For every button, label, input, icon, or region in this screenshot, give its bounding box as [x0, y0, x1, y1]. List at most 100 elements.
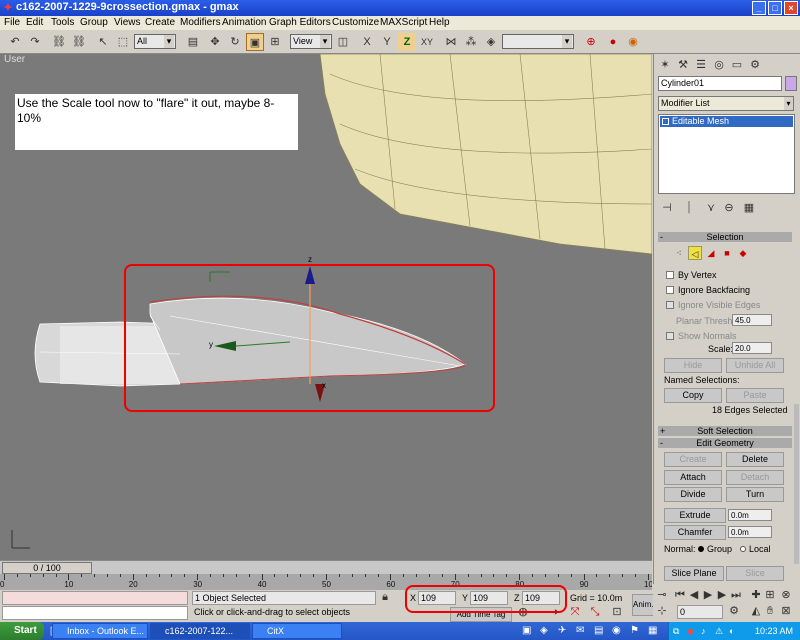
selection-filter-dropdown[interactable]: All — [134, 34, 176, 49]
pin-stack-icon[interactable]: ⊣ — [658, 199, 676, 217]
object-name-field[interactable]: Cylinder01 — [658, 76, 782, 91]
key-filter-icon[interactable]: ⊸ — [655, 588, 669, 602]
animate-button[interactable]: Anim. — [632, 594, 654, 616]
soft-selection-rollout-header[interactable]: + Soft Selection — [658, 426, 792, 436]
current-frame-field[interactable]: 0 — [677, 605, 723, 619]
array-icon[interactable]: ⁂ — [462, 33, 480, 51]
show-normals-checkbox[interactable] — [666, 332, 674, 340]
modifier-list-dropdown[interactable]: Modifier List — [658, 96, 794, 111]
maxscript-listener-mini[interactable] — [2, 591, 188, 605]
divide-button[interactable]: Divide — [664, 487, 722, 502]
menu-help[interactable]: Help — [429, 17, 450, 28]
time-slider-track[interactable]: 0 / 100 — [0, 560, 652, 574]
vertex-mode-icon[interactable]: ⁖ — [672, 246, 686, 260]
slice-button[interactable]: Slice — [726, 566, 784, 581]
viewport-user[interactable]: User z y x Use the Scale tool now to "fl… — [0, 54, 652, 560]
extrude-spinner[interactable]: 0.0m — [728, 509, 772, 521]
menu-maxscript[interactable]: MAXScript — [380, 17, 427, 28]
remove-modifier-icon[interactable]: ⊖ — [720, 199, 738, 217]
close-button[interactable]: × — [784, 1, 798, 15]
ignore-backfacing-checkbox[interactable] — [666, 286, 674, 294]
chamfer-button[interactable]: Chamfer — [664, 525, 726, 540]
polygon-mode-icon[interactable]: ■ — [720, 246, 734, 260]
stack-item-editable-mesh[interactable]: Editable Mesh — [660, 116, 793, 127]
start-button[interactable]: Start — [0, 622, 44, 640]
chamfer-spinner[interactable]: 0.0m — [728, 526, 772, 538]
turn-button[interactable]: Turn — [726, 487, 784, 502]
make-unique-icon[interactable]: ⋎ — [702, 199, 720, 217]
display-tab-icon[interactable]: ▭ — [728, 56, 746, 74]
zoom-extents-icon[interactable]: ⤧ — [568, 605, 582, 619]
hide-button[interactable]: Hide — [664, 358, 722, 373]
select-arrow-icon[interactable]: ↖ — [94, 33, 112, 51]
tray-app-icon[interactable]: ▣ — [522, 622, 531, 640]
undo-icon[interactable]: ↶ — [6, 33, 24, 51]
axis-z-button[interactable]: Z — [398, 33, 416, 51]
by-vertex-checkbox[interactable] — [666, 271, 674, 279]
normal-group-radio[interactable] — [698, 546, 704, 552]
tray-app-icon[interactable]: ◉ — [612, 622, 621, 640]
task-citx[interactable]: CitX — [252, 623, 342, 639]
unhide-all-button[interactable]: Unhide All — [726, 358, 784, 373]
modify-tab-icon[interactable]: ⚒ — [674, 56, 692, 74]
tray-app-icon[interactable]: ◈ — [540, 622, 548, 640]
go-to-end-icon[interactable]: ⏭ — [729, 588, 743, 602]
tray-app-icon[interactable]: ▤ — [594, 622, 603, 640]
attach-button[interactable]: Attach — [664, 470, 722, 485]
tray-app-icon[interactable]: ⚑ — [630, 622, 639, 640]
menu-file[interactable]: File — [4, 17, 20, 28]
create-tab-icon[interactable]: ✶ — [656, 56, 674, 74]
previous-frame-icon[interactable]: ◀ — [687, 588, 701, 602]
task-outlook[interactable]: Inbox - Outlook E... — [52, 623, 148, 639]
quick-render-icon[interactable]: ◉ — [624, 33, 642, 51]
menu-edit[interactable]: Edit — [26, 17, 43, 28]
named-selection-dropdown[interactable] — [502, 34, 574, 49]
arc-rotate-icon[interactable]: ⊗ — [779, 588, 793, 602]
scale-spinner[interactable]: 20.0 — [732, 342, 772, 354]
axis-y-button[interactable]: Y — [378, 33, 396, 51]
menu-animation[interactable]: Animation — [222, 17, 266, 28]
zoom-all-viewports-icon[interactable]: ⊞ — [763, 588, 777, 602]
maximize-button[interactable]: □ — [768, 1, 782, 15]
paste-button[interactable]: Paste — [726, 388, 784, 403]
axis-x-button[interactable]: X — [358, 33, 376, 51]
zoom-icon[interactable]: ✚ — [749, 588, 763, 602]
element-mode-icon[interactable]: ◆ — [736, 246, 750, 260]
show-end-result-icon[interactable]: ⏐ — [680, 199, 698, 217]
copy-button[interactable]: Copy — [664, 388, 722, 403]
object-color-swatch[interactable] — [785, 76, 797, 91]
utilities-tab-icon[interactable]: ⚙ — [746, 56, 764, 74]
clock[interactable]: 10:23 AM — [755, 622, 793, 640]
tray-antivirus-icon[interactable]: ◆ — [687, 622, 694, 640]
tray-app-icon[interactable]: ▦ — [648, 622, 657, 640]
play-icon[interactable]: ▶ — [701, 588, 715, 602]
scale-icon[interactable]: ▣ — [246, 33, 264, 51]
configure-modifier-icon[interactable]: ▦ — [740, 199, 758, 217]
tray-app-icon[interactable]: ✈ — [558, 622, 566, 640]
edge-mode-icon[interactable]: ◁ — [688, 246, 702, 260]
tray-update-icon[interactable]: ⚠ — [715, 622, 723, 640]
edit-geometry-rollout-header[interactable]: - Edit Geometry — [658, 438, 792, 448]
hierarchy-tab-icon[interactable]: ☰ — [692, 56, 710, 74]
tray-app-icon[interactable]: ✉ — [576, 622, 584, 640]
title-bar[interactable]: ✦ c162-2007-1229-9crossection.gmax - gma… — [0, 0, 800, 16]
delete-button[interactable]: Delete — [726, 452, 784, 467]
snap-icon[interactable]: ◈ — [482, 33, 500, 51]
min-max-toggle-icon[interactable]: ⊠ — [779, 604, 793, 618]
selection-rollout-header[interactable]: - Selection — [658, 232, 792, 242]
panel-scrollbar[interactable] — [794, 404, 799, 564]
go-to-start-icon[interactable]: ⏮ — [673, 588, 687, 602]
pan-hand-icon[interactable]: ✋︎ — [763, 604, 777, 618]
next-frame-icon[interactable]: ▶ — [715, 588, 729, 602]
stack-expand-icon[interactable] — [662, 118, 669, 125]
render-icon[interactable]: ● — [604, 33, 622, 51]
create-button[interactable]: Create — [664, 452, 722, 467]
pivot-center-icon[interactable]: ◫ — [334, 33, 352, 51]
time-configuration-icon[interactable]: ⚙ — [727, 604, 741, 618]
menu-modifiers[interactable]: Modifiers — [180, 17, 221, 28]
menu-tools[interactable]: Tools — [51, 17, 74, 28]
face-mode-icon[interactable]: ◢ — [704, 246, 718, 260]
select-by-name-icon[interactable]: ▤ — [184, 33, 202, 51]
motion-tab-icon[interactable]: ◎ — [710, 56, 728, 74]
extrude-button[interactable]: Extrude — [664, 508, 726, 523]
